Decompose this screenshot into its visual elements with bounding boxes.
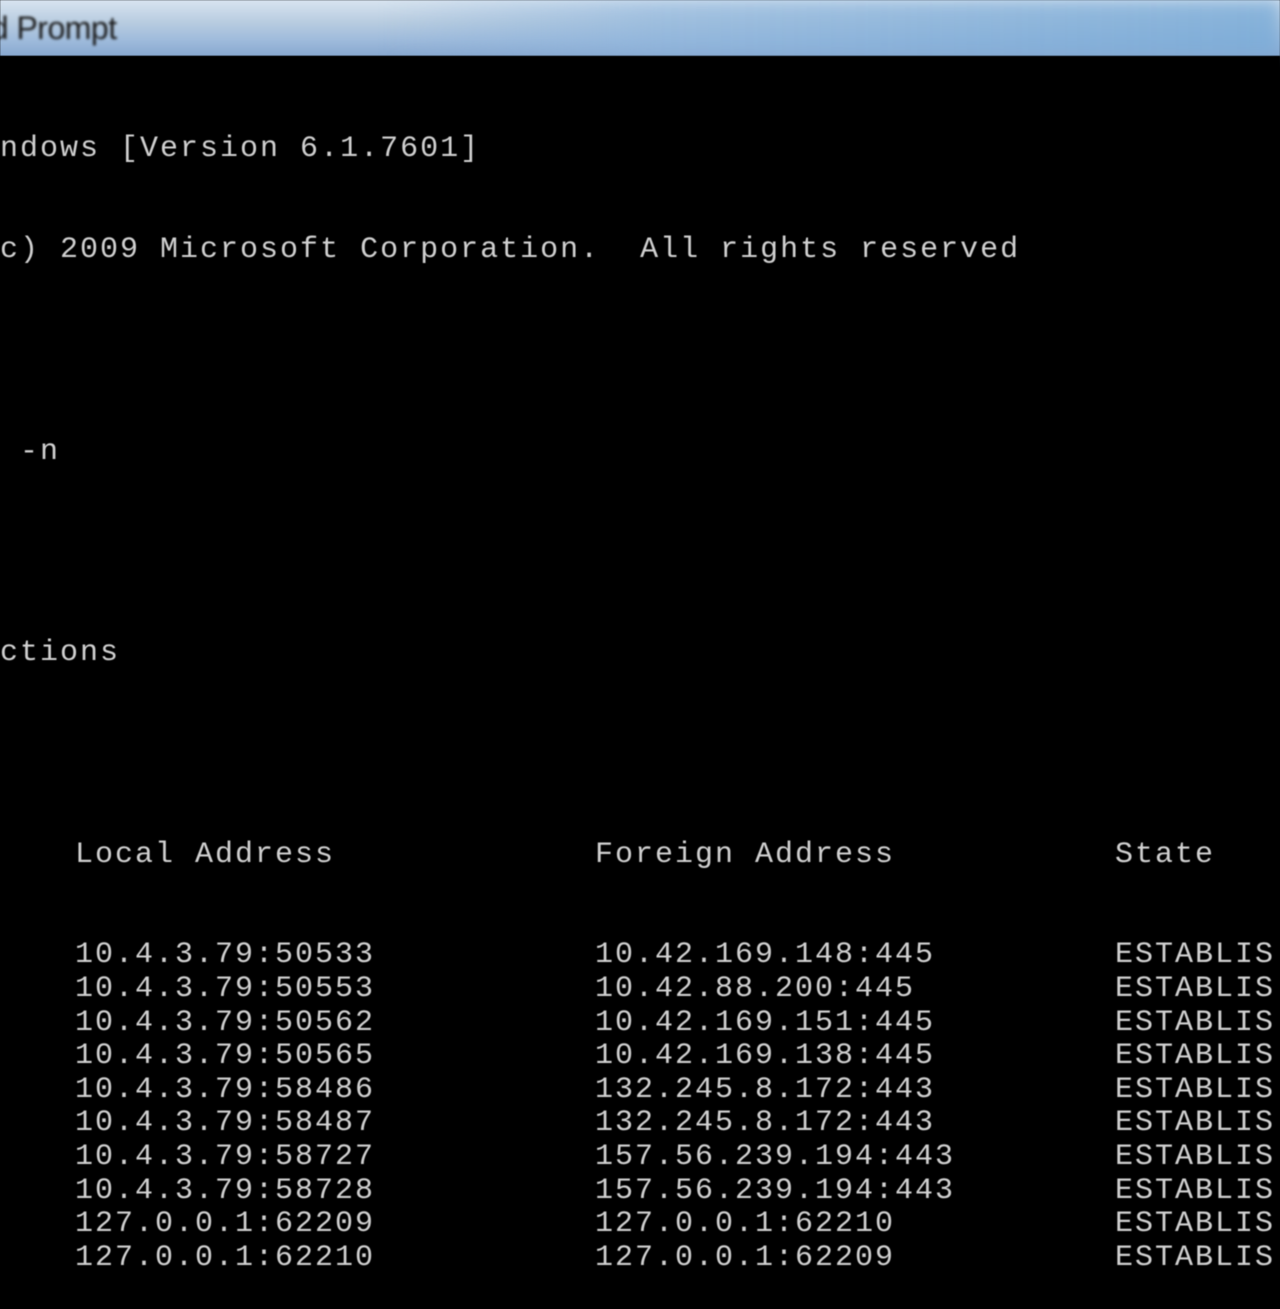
header-state: State: [1115, 839, 1215, 873]
cell-proto: [0, 1141, 75, 1175]
cell-state: ESTABLIS: [1115, 1007, 1275, 1041]
cell-state: ESTABLIS: [1115, 1040, 1275, 1074]
cell-local: 10.4.3.79:50562: [75, 1007, 595, 1041]
blank-line: [0, 335, 1280, 369]
cell-foreign: 127.0.0.1:62209: [595, 1242, 1115, 1276]
cell-proto: [0, 939, 75, 973]
cell-local: 127.0.0.1:62210: [75, 1242, 595, 1276]
cell-proto: [0, 1107, 75, 1141]
cell-foreign: 132.245.8.172:443: [595, 1074, 1115, 1108]
table-row: 10.4.3.79:58728157.56.239.194:443ESTABLI…: [0, 1175, 1280, 1209]
table-row: 10.4.3.79:5053310.42.169.148:445ESTABLIS: [0, 939, 1280, 973]
terminal-output[interactable]: oft Windows [Version 6.1.7601] ight (c) …: [0, 56, 1280, 1309]
section-header: Connections: [0, 637, 1280, 671]
cell-proto: [0, 1175, 75, 1209]
table-row: 10.4.3.79:58487132.245.8.172:443ESTABLIS: [0, 1107, 1280, 1141]
cell-state: ESTABLIS: [1115, 1175, 1275, 1209]
table-row: 10.4.3.79:58486132.245.8.172:443ESTABLIS: [0, 1074, 1280, 1108]
cell-foreign: 10.42.169.148:445: [595, 939, 1115, 973]
header-local: Local Address: [75, 839, 595, 873]
banner-line-1: oft Windows [Version 6.1.7601]: [0, 133, 1280, 167]
cell-foreign: 127.0.0.1:62210: [595, 1208, 1115, 1242]
command-line: etstat -n: [0, 436, 1280, 470]
cell-proto: [0, 1242, 75, 1276]
cell-local: 10.4.3.79:58487: [75, 1107, 595, 1141]
table-row: 10.4.3.79:5055310.42.88.200:445ESTABLIS: [0, 973, 1280, 1007]
blank-line: [0, 738, 1280, 772]
cell-state: ESTABLIS: [1115, 1107, 1275, 1141]
cell-local: 10.4.3.79:58727: [75, 1141, 595, 1175]
cell-state: ESTABLIS: [1115, 1242, 1275, 1276]
cell-local: 10.4.3.79:50553: [75, 973, 595, 1007]
cell-state: ESTABLIS: [1115, 973, 1275, 1007]
window-title: mand Prompt: [0, 10, 117, 47]
cell-local: 10.4.3.79:50533: [75, 939, 595, 973]
table-header-row: toLocal AddressForeign AddressState: [0, 839, 1280, 873]
titlebar-background: [384, 0, 1280, 56]
table-row: 127.0.0.1:62210127.0.0.1:62209ESTABLIS: [0, 1242, 1280, 1276]
cell-proto: [0, 973, 75, 1007]
cell-proto: [0, 1074, 75, 1108]
table-row: 10.4.3.79:5056510.42.169.138:445ESTABLIS: [0, 1040, 1280, 1074]
cell-foreign: 10.42.169.138:445: [595, 1040, 1115, 1074]
window-titlebar[interactable]: mand Prompt: [0, 0, 1280, 56]
table-row: 10.4.3.79:5056210.42.169.151:445ESTABLIS: [0, 1007, 1280, 1041]
connections-table: 10.4.3.79:5053310.42.169.148:445ESTABLIS…: [0, 939, 1280, 1275]
cell-state: ESTABLIS: [1115, 1141, 1275, 1175]
cell-local: 10.4.3.79:58728: [75, 1175, 595, 1209]
cell-foreign: 157.56.239.194:443: [595, 1141, 1115, 1175]
header-foreign: Foreign Address: [595, 839, 1115, 873]
cell-proto: [0, 1007, 75, 1041]
cell-state: ESTABLIS: [1115, 1074, 1275, 1108]
banner-line-2: ight (c) 2009 Microsoft Corporation. All…: [0, 234, 1280, 268]
cell-local: 10.4.3.79:50565: [75, 1040, 595, 1074]
cell-local: 127.0.0.1:62209: [75, 1208, 595, 1242]
cell-foreign: 157.56.239.194:443: [595, 1175, 1115, 1209]
header-proto: to: [0, 839, 75, 873]
blank-line: [0, 536, 1280, 570]
cell-foreign: 132.245.8.172:443: [595, 1107, 1115, 1141]
cell-local: 10.4.3.79:58486: [75, 1074, 595, 1108]
table-row: 127.0.0.1:62209127.0.0.1:62210ESTABLIS: [0, 1208, 1280, 1242]
cell-proto: [0, 1208, 75, 1242]
cell-foreign: 10.42.169.151:445: [595, 1007, 1115, 1041]
cell-state: ESTABLIS: [1115, 1208, 1275, 1242]
cell-foreign: 10.42.88.200:445: [595, 973, 1115, 1007]
table-row: 10.4.3.79:58727157.56.239.194:443ESTABLI…: [0, 1141, 1280, 1175]
cell-proto: [0, 1040, 75, 1074]
cell-state: ESTABLIS: [1115, 939, 1275, 973]
